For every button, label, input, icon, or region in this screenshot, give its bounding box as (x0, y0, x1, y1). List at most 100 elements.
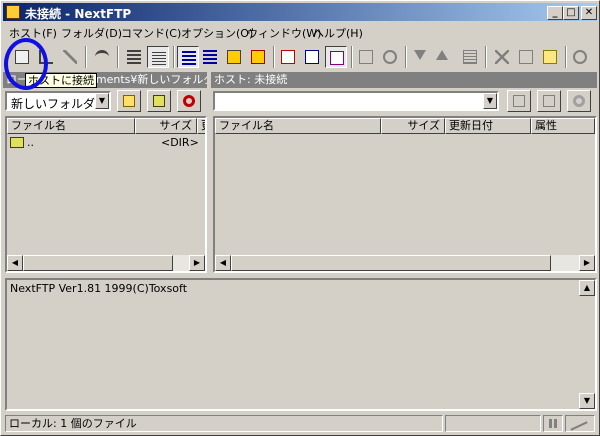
rename-icon (519, 50, 533, 64)
file-size: <DIR> (161, 136, 199, 149)
local-hscroll[interactable]: ◀ ▶ (7, 255, 205, 271)
disconnect-icon (63, 50, 77, 64)
mirror-button[interactable] (247, 46, 269, 68)
chevron-down-icon[interactable]: ▼ (95, 93, 109, 109)
delete-icon (495, 50, 509, 64)
remote-path-select[interactable]: ▼ (213, 91, 499, 111)
sync-button[interactable] (223, 46, 245, 68)
wrench-icon (95, 50, 109, 64)
sort-ascending-icon (182, 51, 196, 65)
menu-options[interactable]: オプション(O) (181, 25, 253, 41)
maximize-button[interactable]: □ (563, 6, 579, 20)
menu-window[interactable]: ウィンドウ(W) (247, 25, 321, 41)
window-title: 未接続 - NextFTP (25, 7, 132, 21)
remote-col-name[interactable]: ファイル名 (215, 118, 381, 134)
auto-mode-button[interactable] (325, 46, 347, 68)
local-folder-select[interactable]: 新しいフォルダ ▼ (5, 91, 111, 111)
toolbar-separator (173, 46, 175, 68)
scroll-up-icon[interactable]: ▲ (579, 280, 595, 296)
toolbar (3, 43, 597, 73)
status-bar: ローカル: 1 個のファイル (3, 413, 597, 433)
parent-folder-icon (10, 137, 24, 148)
download-button[interactable] (409, 46, 431, 68)
toolbar-separator (405, 46, 407, 68)
stop-button[interactable] (569, 46, 591, 68)
delete-button[interactable] (491, 46, 513, 68)
menu-help[interactable]: ヘルプ(H) (313, 25, 363, 41)
chevron-down-icon[interactable]: ▼ (483, 93, 497, 109)
properties-button[interactable] (91, 46, 113, 68)
remote-col-date[interactable]: 更新日付 (445, 118, 531, 134)
mirror-icon (251, 50, 265, 64)
highlight-circle (4, 38, 48, 90)
remote-file-list[interactable]: ファイル名 サイズ 更新日付 属性 ◀ ▶ (213, 116, 597, 273)
file-name: .. (27, 136, 34, 149)
sort-name-button[interactable] (177, 46, 199, 68)
local-file-list[interactable]: ファイル名 サイズ 更 .. <DIR> ◀ ▶ (5, 116, 207, 273)
menu-folder[interactable]: フォルダ(D) (61, 25, 122, 41)
refresh-icon (573, 95, 585, 107)
queue-button[interactable] (459, 46, 481, 68)
scroll-right-icon[interactable]: ▶ (189, 255, 205, 271)
rename-button[interactable] (515, 46, 537, 68)
local-browse-button[interactable] (117, 90, 141, 112)
upload-button[interactable] (431, 46, 453, 68)
scroll-thumb[interactable] (231, 255, 551, 271)
scroll-down-icon[interactable]: ▼ (579, 393, 595, 409)
sort-ext-button[interactable] (199, 46, 221, 68)
text-mode-icon (281, 50, 295, 64)
status-text: ローカル: 1 個のファイル (5, 415, 443, 432)
find-button[interactable] (379, 46, 401, 68)
print-button[interactable] (355, 46, 377, 68)
activity-graph-icon (565, 415, 595, 432)
print-icon (359, 50, 373, 64)
binary-mode-button[interactable] (301, 46, 323, 68)
scroll-left-icon[interactable]: ◀ (215, 255, 231, 271)
remote-browse-button[interactable] (507, 90, 531, 112)
local-up-button[interactable] (147, 90, 171, 112)
open-folder-icon (123, 95, 135, 107)
details-icon (152, 51, 166, 65)
remote-pane-header: ホスト: 未接続 (211, 72, 597, 88)
pause-icon[interactable] (543, 415, 563, 432)
view-details-button[interactable] (147, 46, 169, 68)
log-pane[interactable]: NextFTP Ver1.81 1999(C)Toxsoft ▲ ▼ (5, 278, 597, 411)
local-col-size[interactable]: サイズ (135, 118, 197, 134)
toolbar-separator (85, 46, 87, 68)
title-bar[interactable]: 未接続 - NextFTP _ □ ✕ (3, 3, 597, 21)
status-panel-empty (445, 415, 541, 432)
toolbar-separator (565, 46, 567, 68)
log-text: NextFTP Ver1.81 1999(C)Toxsoft (10, 282, 188, 295)
toolbar-separator (273, 46, 275, 68)
close-button[interactable]: ✕ (581, 6, 597, 20)
disconnect-button[interactable] (59, 46, 81, 68)
view-icons-button[interactable] (123, 46, 145, 68)
app-icon[interactable] (6, 5, 20, 19)
refresh-icon (183, 95, 195, 107)
scroll-thumb[interactable] (23, 255, 173, 271)
toolbar-separator (485, 46, 487, 68)
remote-up-button[interactable] (537, 90, 561, 112)
menu-command[interactable]: コマンド(C) (121, 25, 181, 41)
remote-col-attr[interactable]: 属性 (531, 118, 595, 134)
folder-up-icon (543, 95, 555, 107)
toolbar-separator (351, 46, 353, 68)
scroll-left-icon[interactable]: ◀ (7, 255, 23, 271)
folder-up-icon (153, 95, 165, 107)
minimize-button[interactable]: _ (547, 6, 563, 20)
scroll-right-icon[interactable]: ▶ (579, 255, 595, 271)
remote-refresh-button[interactable] (567, 90, 591, 112)
ascii-mode-button[interactable] (277, 46, 299, 68)
local-refresh-button[interactable] (177, 90, 201, 112)
remote-hscroll[interactable]: ◀ ▶ (215, 255, 595, 271)
local-folder-value: 新しいフォルダ (11, 97, 96, 111)
local-col-name[interactable]: ファイル名 (7, 118, 135, 134)
remote-col-size[interactable]: サイズ (381, 118, 445, 134)
app-window: 未接続 - NextFTP _ □ ✕ ホスト(F) フォルダ(D) コマンド(… (0, 0, 600, 436)
open-folder-icon (513, 95, 525, 107)
new-folder-icon (543, 50, 557, 64)
local-col-date[interactable]: 更 (197, 118, 205, 134)
table-row[interactable]: .. <DIR> (7, 136, 205, 150)
find-icon (383, 50, 397, 64)
new-folder-button[interactable] (539, 46, 561, 68)
